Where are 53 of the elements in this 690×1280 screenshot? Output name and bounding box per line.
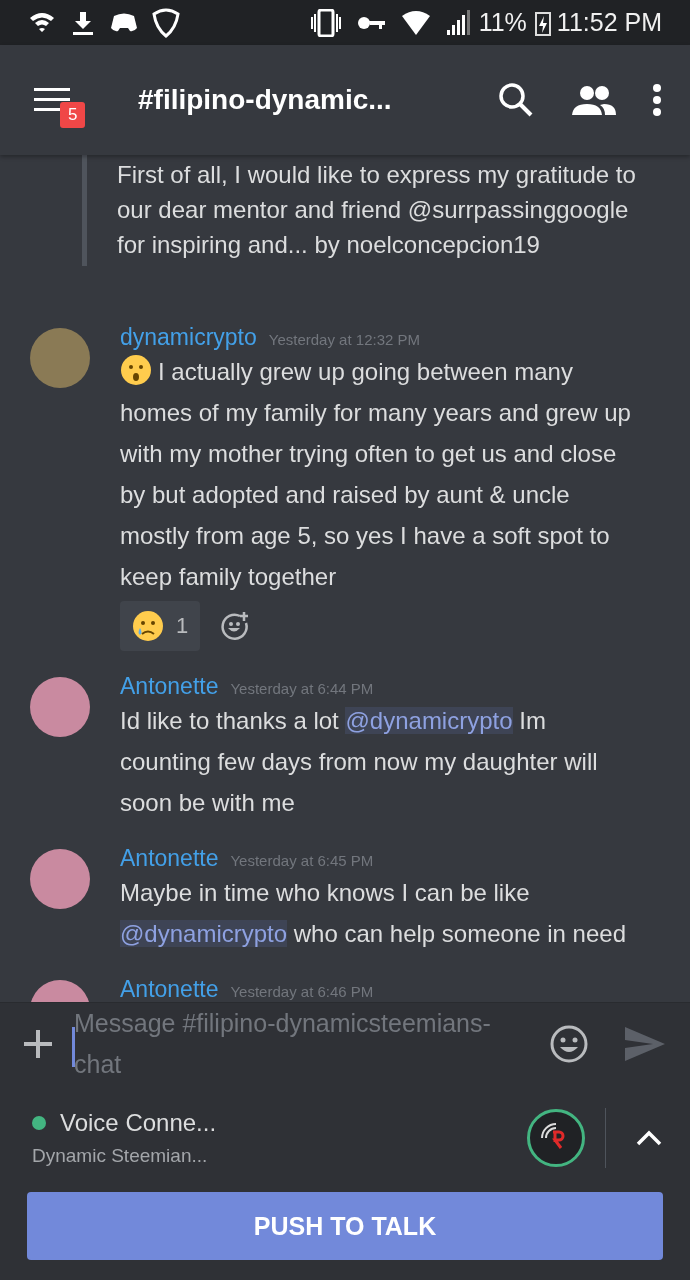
surprised-face-icon: [120, 354, 152, 386]
send-icon: [625, 1027, 665, 1061]
speaker-avatar[interactable]: [527, 1108, 585, 1167]
message-text: Id like to thanks a lot @dynamicrypto Im counting few days from now my daughter will soon be with me: [120, 706, 599, 818]
add-reaction-button[interactable]: [220, 611, 251, 641]
more-icon: [652, 83, 662, 117]
message-text: Maybe in time who knows I can be like @dynamicrypto who can help someone in need: [120, 878, 627, 949]
timestamp: Yesterday at 6:44 PM: [230, 680, 374, 697]
plus-icon: [24, 1030, 52, 1058]
user-avatar[interactable]: [30, 677, 90, 737]
search-icon: [498, 82, 534, 118]
shield-icon: [152, 7, 180, 38]
crying-face-icon: [132, 610, 164, 642]
author-name[interactable]: Antonette: [120, 673, 219, 700]
text-cursor: [72, 1027, 75, 1067]
author-name[interactable]: Antonette: [120, 845, 219, 872]
mention-link[interactable]: @dynamicrypto: [345, 707, 513, 734]
signal-icon: [444, 9, 471, 36]
mention-link[interactable]: @dynamicrypto: [120, 920, 288, 947]
members-button[interactable]: [572, 85, 616, 115]
download-icon: [70, 9, 96, 36]
user-avatar[interactable]: [30, 328, 90, 388]
add-reaction-icon: [220, 611, 251, 641]
controller-icon: [110, 11, 138, 34]
channel-title: #filipino-dynamic...: [138, 84, 393, 116]
search-button[interactable]: [498, 82, 534, 118]
composer-bar[interactable]: Message #filipino-dynamicsteemians-chat: [0, 1002, 690, 1085]
vibrate-icon: [308, 8, 343, 37]
author-name[interactable]: dynamicrypto: [120, 324, 257, 351]
voice-channel-name: Dynamic Steemian...: [32, 1144, 209, 1167]
battery-charging-icon: [534, 9, 551, 36]
smiley-icon: [549, 1024, 589, 1064]
timestamp: Yesterday at 6:45 PM: [230, 852, 374, 869]
author-name[interactable]: Antonette: [120, 976, 219, 1002]
quote-text: First of all, I would like to express my gratitude to our dear mentor and friend @surrpassinggoogle for inspiring and... by noelconcepcion19: [117, 160, 637, 260]
user-avatar[interactable]: [30, 849, 90, 909]
menu-icon: [34, 87, 70, 113]
more-button[interactable]: [652, 83, 662, 117]
message-text: I actually grew up going between many homes of my family for many years and grew up with my mother trying often to get us and close by but adopted and raised by aunt & uncle mostly from age 5, so yes I have a soft spot to keep family together: [120, 351, 640, 597]
chevron-up-icon: [636, 1129, 662, 1146]
clock: 11:52 PM: [556, 8, 662, 37]
battery-percent: 11%: [478, 8, 527, 37]
timestamp: Yesterday at 12:32 PM: [268, 331, 420, 348]
unread-badge: 5: [60, 102, 86, 128]
voice-status: Voice Conne...: [60, 1108, 217, 1137]
people-icon: [572, 85, 616, 115]
expand-button[interactable]: [636, 1129, 662, 1146]
wifi-icon: [400, 9, 431, 36]
emoji-button[interactable]: [549, 1024, 589, 1064]
reaction-button[interactable]: 1: [120, 601, 201, 651]
push-to-talk-button[interactable]: PUSH TO TALK: [27, 1192, 663, 1260]
attach-button[interactable]: [24, 1030, 52, 1058]
timestamp: Yesterday at 6:46 PM: [230, 983, 374, 1000]
